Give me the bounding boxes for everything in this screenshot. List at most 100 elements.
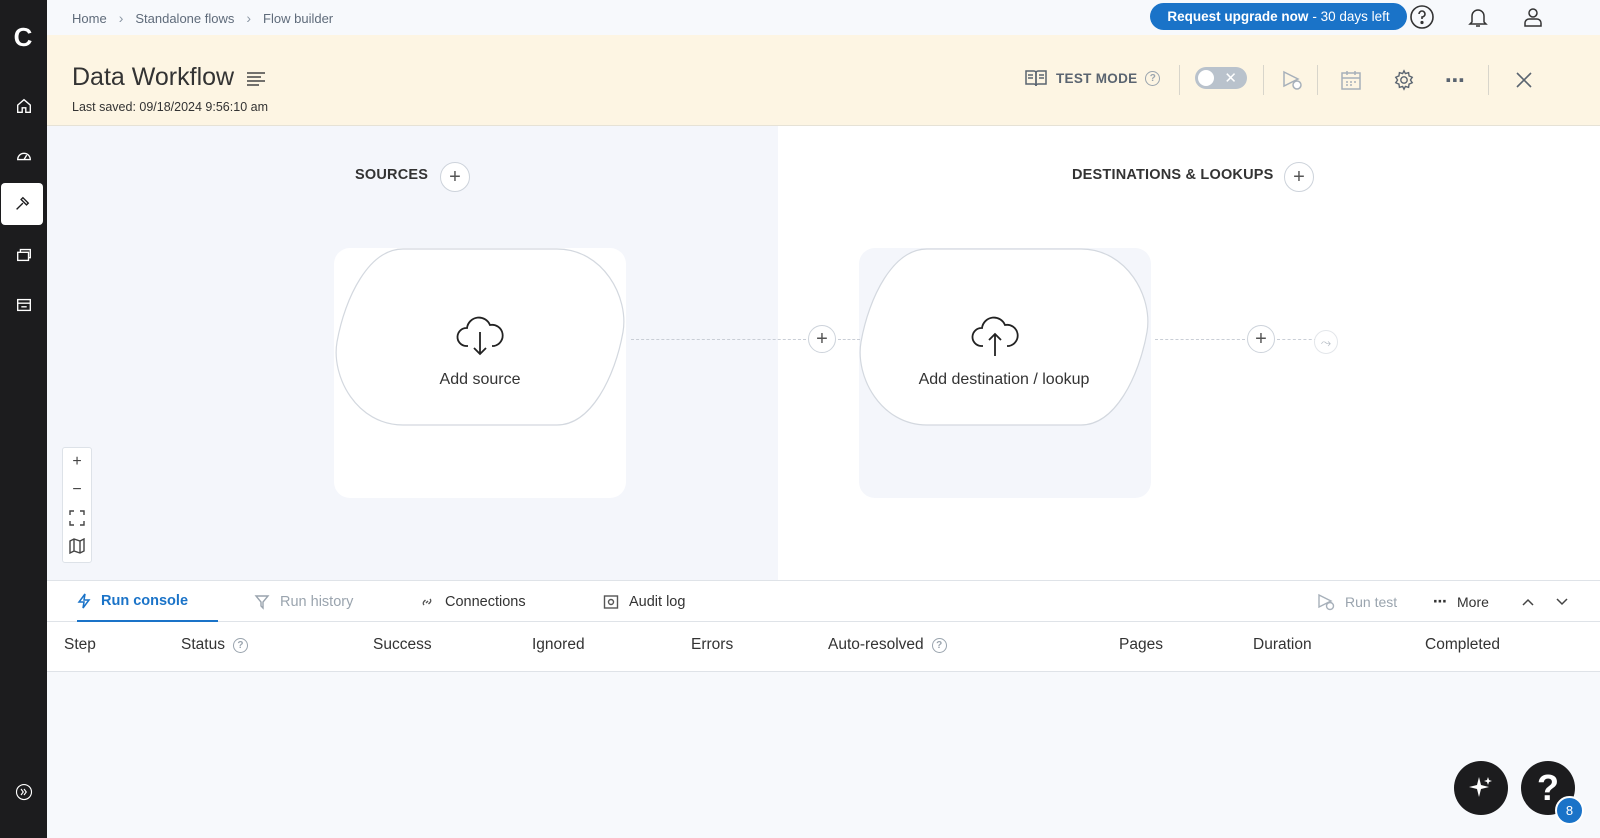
lightning-icon — [77, 593, 91, 608]
marketplace-icon[interactable] — [0, 284, 47, 326]
fit-view-icon[interactable] — [63, 504, 91, 532]
zoom-controls: + − — [62, 447, 92, 563]
audit-log-icon — [603, 594, 619, 609]
connector-line — [1155, 339, 1245, 340]
column-header-pages: Pages — [1119, 636, 1163, 654]
breadcrumb-home[interactable]: Home — [72, 11, 107, 26]
more-options-icon[interactable]: ⋯ — [1442, 67, 1468, 93]
auto-resolved-help-icon[interactable]: ? — [931, 637, 947, 653]
calendar-icon[interactable] — [1338, 67, 1364, 93]
upgrade-days: - 30 days left — [1312, 9, 1390, 24]
ai-assistant-button[interactable] — [1454, 761, 1508, 815]
add-destination-label: Add destination / lookup — [918, 371, 1090, 388]
column-header-step: Step — [64, 636, 96, 654]
connector-line — [838, 339, 860, 340]
breadcrumb: Home › Standalone flows › Flow builder — [72, 10, 333, 26]
history-icon — [254, 594, 270, 610]
notification-badge: 8 — [1555, 796, 1584, 825]
run-flow-icon[interactable] — [1279, 67, 1305, 93]
chevron-down-icon[interactable] — [1555, 581, 1569, 622]
column-header-errors: Errors — [691, 636, 733, 654]
run-test-button[interactable]: Run test — [1317, 581, 1397, 622]
link-icon — [422, 598, 432, 605]
column-label: Pages — [1119, 636, 1163, 653]
builder-icon[interactable] — [1, 183, 43, 225]
map-icon[interactable] — [63, 532, 91, 560]
test-mode-text: TEST MODE — [1056, 70, 1138, 86]
flow-end-icon: ⤳ — [1314, 330, 1338, 354]
add-source-button[interactable]: + — [440, 162, 470, 192]
divider — [1488, 65, 1489, 95]
connector-line — [1277, 339, 1317, 340]
column-label: Step — [64, 636, 96, 653]
tab-run-console[interactable]: Run console — [77, 581, 219, 622]
home-icon[interactable] — [0, 85, 47, 127]
more-button[interactable]: ⋯ More — [1433, 581, 1489, 622]
test-mode-toggle[interactable]: ✕ — [1195, 67, 1247, 89]
close-icon[interactable] — [1511, 67, 1537, 93]
flow-header: Data Workflow Last saved: 09/18/2024 9:5… — [47, 35, 1600, 126]
column-header-auto-resolved: Auto-resolved? — [828, 636, 947, 654]
chevron-up-icon[interactable] — [1521, 581, 1535, 622]
add-step-button[interactable]: + — [1247, 325, 1275, 353]
add-destination-node[interactable] — [857, 247, 1151, 427]
user-icon[interactable] — [1520, 4, 1546, 30]
tab-run-history-label: Run history — [280, 593, 354, 610]
zoom-in-icon[interactable]: + — [63, 448, 91, 476]
tab-audit-log[interactable]: Audit log — [603, 581, 685, 622]
run-test-label: Run test — [1345, 593, 1398, 610]
connector-line — [631, 339, 806, 340]
close-icon: ✕ — [1224, 70, 1237, 87]
test-mode-label: TEST MODE ? — [1024, 68, 1161, 88]
tab-run-console-label: Run console — [101, 592, 189, 609]
gear-icon[interactable] — [1391, 67, 1417, 93]
bell-icon[interactable] — [1465, 4, 1491, 30]
column-header-success: Success — [373, 636, 432, 654]
sparkle-icon — [1469, 777, 1492, 797]
add-source-node[interactable] — [333, 247, 627, 427]
add-source-label: Add source — [439, 371, 521, 388]
help-icon[interactable] — [1409, 4, 1435, 30]
column-label: Duration — [1253, 636, 1312, 653]
last-saved-text: Last saved: 09/18/2024 9:56:10 am — [72, 100, 268, 114]
breadcrumb-standalone-flows[interactable]: Standalone flows — [135, 11, 234, 26]
divider — [1263, 65, 1264, 95]
top-bar: Home › Standalone flows › Flow builder R… — [47, 0, 1600, 35]
book-icon — [1025, 70, 1047, 87]
add-step-button[interactable]: + — [808, 325, 836, 353]
dashboard-icon[interactable] — [0, 135, 47, 177]
destinations-heading: DESTINATIONS & LOOKUPS — [1072, 167, 1274, 183]
column-label: Success — [373, 636, 432, 653]
left-nav: C — [0, 0, 47, 838]
status-help-icon[interactable]: ? — [232, 637, 248, 653]
zoom-out-icon[interactable]: − — [63, 476, 91, 504]
column-header-completed: Completed — [1425, 636, 1500, 654]
description-icon[interactable] — [246, 71, 266, 92]
divider — [1179, 65, 1180, 95]
test-mode-help-icon[interactable]: ? — [1145, 70, 1161, 86]
sources-heading: SOURCES — [355, 167, 429, 183]
column-header-status: Status? — [181, 636, 248, 654]
column-label: Status — [181, 636, 225, 653]
tab-connections[interactable]: Connections — [419, 581, 526, 622]
toggle-knob — [1198, 70, 1214, 86]
chevron-right-icon: › — [246, 10, 252, 26]
expand-icon[interactable] — [0, 771, 47, 813]
run-test-icon — [1318, 593, 1335, 610]
resources-icon[interactable] — [0, 234, 47, 276]
upgrade-label: Request upgrade now — [1167, 9, 1309, 24]
more-label: More — [1457, 593, 1489, 610]
add-destination-button[interactable]: + — [1284, 162, 1314, 192]
console-table-header: Step Status? Success Ignored Errors Auto… — [47, 622, 1600, 672]
column-header-ignored: Ignored — [532, 636, 585, 654]
divider — [1317, 65, 1318, 95]
column-label: Completed — [1425, 636, 1500, 653]
column-label: Auto-resolved — [828, 636, 924, 653]
run-console-panel: Run console Run history Connections Audi… — [47, 580, 1600, 838]
request-upgrade-button[interactable]: Request upgrade now - 30 days left — [1150, 3, 1407, 30]
app-logo[interactable]: C — [8, 22, 38, 52]
console-tab-bar: Run console Run history Connections Audi… — [47, 580, 1600, 622]
page-title[interactable]: Data Workflow — [72, 63, 234, 92]
breadcrumb-flow-builder: Flow builder — [263, 10, 334, 26]
tab-run-history[interactable]: Run history — [254, 581, 353, 622]
